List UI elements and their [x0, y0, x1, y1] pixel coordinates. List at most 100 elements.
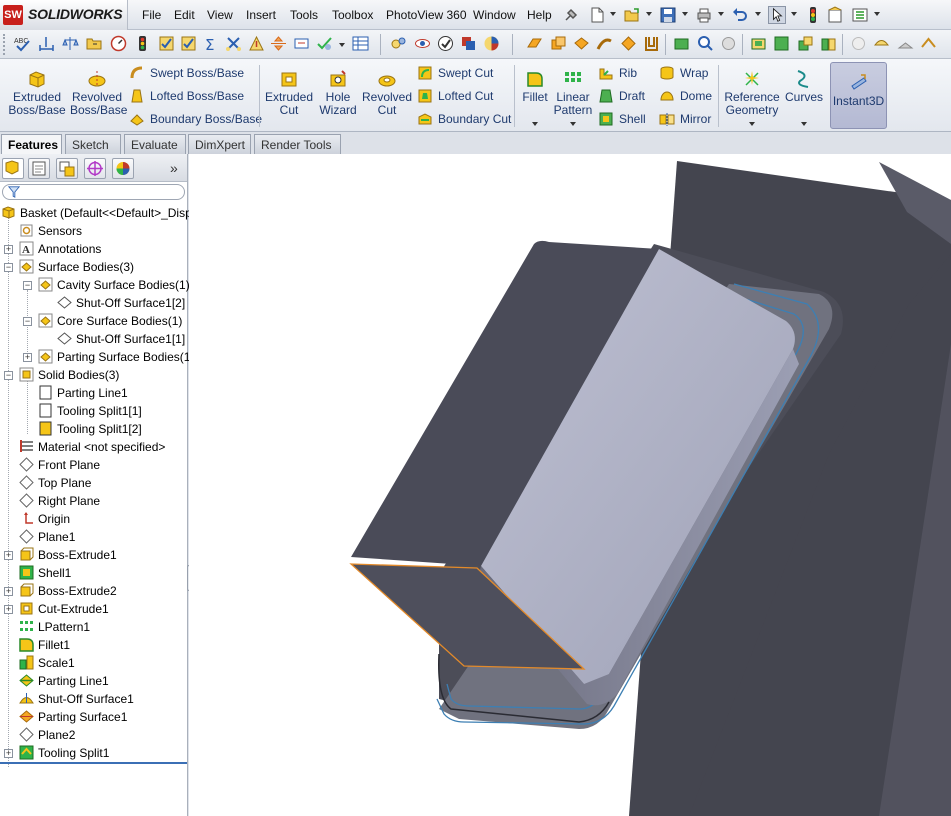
save-dropdown[interactable] [682, 12, 688, 16]
tree-item-right-plane[interactable]: Right Plane [19, 492, 100, 510]
shell-button[interactable]: Shell [598, 111, 646, 129]
file-properties-icon[interactable] [826, 6, 844, 24]
tab-dimxpert[interactable]: DimXpert [188, 134, 251, 154]
solidworks-logo[interactable]: SW SOLIDWORKS [0, 0, 128, 30]
graphics-area[interactable] [189, 154, 951, 816]
tab-evaluate[interactable]: Evaluate [124, 134, 186, 154]
print-dropdown[interactable] [718, 12, 724, 16]
rotate-icon[interactable] [620, 35, 637, 52]
undo-dropdown[interactable] [755, 12, 761, 16]
tree-item-parting-surface-bodies[interactable]: Parting Surface Bodies(1) [38, 348, 194, 366]
core-icon[interactable] [673, 35, 690, 52]
traffic-light-icon[interactable] [134, 35, 151, 52]
ruled-surface-icon[interactable] [920, 35, 937, 52]
table-icon[interactable] [352, 35, 369, 52]
ruler-icon[interactable] [720, 35, 737, 52]
search-icon[interactable] [697, 35, 714, 52]
rib-button[interactable]: Rib [598, 65, 637, 83]
tree-item-material[interactable]: Material <not specified> [19, 438, 165, 456]
curves-dropdown[interactable] [801, 122, 807, 126]
swept-boss-button[interactable]: Swept Boss/Base [129, 65, 244, 83]
tree-item-cavity-surface-bodies[interactable]: Cavity Surface Bodies(1) [38, 276, 190, 294]
tree-item-plane1[interactable]: Plane1 [19, 528, 75, 546]
core-block-icon[interactable] [797, 35, 814, 52]
linear-pattern-dropdown[interactable] [570, 122, 576, 126]
tree-item-tooling-split-2[interactable]: Tooling Split1[2] [38, 420, 142, 438]
tree-item-shell1[interactable]: Shell1 [19, 564, 71, 582]
check-tools-dropdown[interactable] [339, 43, 345, 47]
toolbar-grip[interactable] [3, 34, 9, 55]
open-dropdown[interactable] [646, 12, 652, 16]
tree-item-parting-surface1[interactable]: Parting Surface1 [19, 708, 127, 726]
balance-icon[interactable] [62, 35, 79, 52]
menu-insert[interactable]: Insert [246, 8, 276, 22]
tree-item-cut-extrude1[interactable]: Cut-Extrude1 [19, 600, 109, 618]
expand-toggle[interactable]: + [23, 353, 32, 362]
cavity-icon[interactable] [750, 35, 767, 52]
color-wheel-icon[interactable] [483, 35, 500, 52]
tab-features[interactable]: Features [1, 134, 62, 154]
swept-cut-button[interactable]: Swept Cut [417, 65, 493, 83]
draft-button[interactable]: Draft [598, 88, 645, 106]
collapse-toggle[interactable]: − [23, 281, 32, 290]
print-icon[interactable] [695, 6, 713, 24]
reference-geometry-dropdown[interactable] [749, 122, 755, 126]
copy-surface-icon[interactable] [550, 35, 567, 52]
rollback-bar[interactable] [0, 762, 187, 764]
collapse-toggle[interactable]: − [4, 371, 13, 380]
tree-item-annotations[interactable]: A Annotations [19, 240, 101, 258]
shutoff-icon[interactable] [873, 35, 890, 52]
tab-render-tools[interactable]: Render Tools [254, 134, 341, 154]
tree-item-core-surface-bodies[interactable]: Core Surface Bodies(1) [38, 312, 182, 330]
expand-toggle[interactable]: + [4, 551, 13, 560]
tree-item-boss-extrude1[interactable]: Boss-Extrude1 [19, 546, 117, 564]
tree-item-sensors[interactable]: Sensors [19, 222, 82, 240]
tree-item-shutoff-surface-1[interactable]: Shut-Off Surface1[1] [57, 330, 185, 348]
tree-item-surface-bodies[interactable]: Surface Bodies(3) [19, 258, 134, 276]
appearance-icon[interactable] [460, 35, 477, 52]
instant3d-button[interactable]: Instant3D [830, 62, 887, 129]
more-tabs-chevron-icon[interactable]: » [170, 160, 178, 176]
collapse-toggle[interactable]: − [4, 263, 13, 272]
split-line-icon[interactable] [270, 35, 287, 52]
feature-filter-input[interactable] [2, 184, 185, 200]
tree-root-part[interactable]: Basket (Default<<Default>_Displ [1, 204, 194, 222]
knit-icon[interactable] [573, 35, 590, 52]
split-block-icon[interactable] [820, 35, 837, 52]
feature-manager-tab[interactable] [2, 158, 24, 179]
gauge-icon[interactable] [110, 35, 127, 52]
pin-icon[interactable] [562, 6, 580, 24]
measure-box-icon[interactable] [293, 35, 310, 52]
menu-file[interactable]: File [142, 8, 161, 22]
collapse-toggle[interactable]: − [23, 317, 32, 326]
select-icon[interactable] [768, 6, 786, 24]
expand-toggle[interactable]: + [4, 605, 13, 614]
menu-tools[interactable]: Tools [290, 8, 318, 22]
plane-icon[interactable] [526, 35, 543, 52]
linear-pattern-button[interactable]: Linear Pattern [552, 63, 594, 117]
tree-item-lpattern1[interactable]: LPattern1 [19, 618, 90, 636]
menu-toolbox[interactable]: Toolbox [332, 8, 373, 22]
options-icon[interactable] [851, 6, 869, 24]
display-manager-tab[interactable] [112, 158, 134, 179]
parting-surface-icon[interactable] [897, 35, 914, 52]
scissors-icon[interactable] [225, 35, 242, 52]
tree-item-tooling-split-1[interactable]: Tooling Split1[1] [38, 402, 142, 420]
sigma-icon[interactable]: Σ [203, 35, 220, 52]
undo-icon[interactable] [731, 6, 749, 24]
lofted-cut-button[interactable]: Lofted Cut [417, 88, 493, 106]
curves-button[interactable]: Curves [784, 63, 824, 104]
new-document-icon[interactable] [588, 6, 606, 24]
tree-item-shutoff-surface-2[interactable]: Shut-Off Surface1[2] [57, 294, 185, 312]
wrap-button[interactable]: Wrap [659, 65, 708, 83]
dimxpert-manager-tab[interactable] [84, 158, 106, 179]
revolved-cut-button[interactable]: Revolved Cut [362, 63, 412, 117]
configuration-manager-tab[interactable] [56, 158, 78, 179]
extruded-boss-button[interactable]: Extruded Boss/Base [8, 63, 66, 117]
dimension-icon[interactable] [38, 35, 55, 52]
open-icon[interactable] [623, 6, 641, 24]
mirror-button[interactable]: Mirror [659, 111, 711, 129]
tree-item-solid-parting-line[interactable]: Parting Line1 [38, 384, 128, 402]
gears-icon[interactable] [390, 35, 407, 52]
new-document-dropdown[interactable] [610, 12, 616, 16]
